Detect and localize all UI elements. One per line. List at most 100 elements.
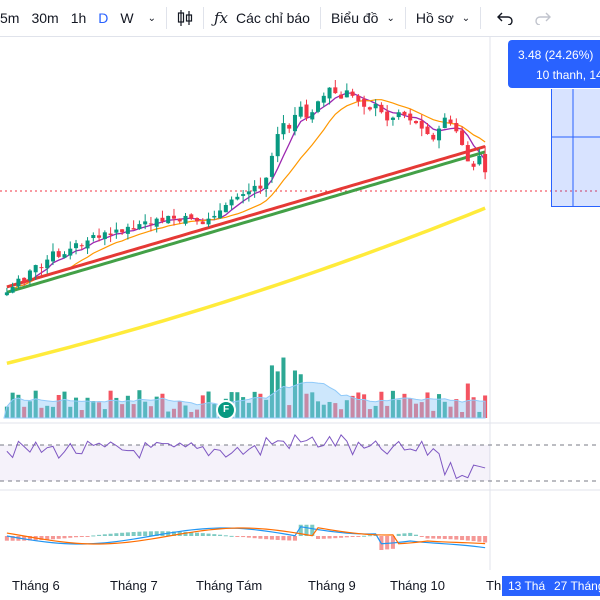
profile-chevron-down-icon[interactable]: ⌄ — [462, 13, 470, 24]
candle-body — [200, 221, 205, 225]
candle-body — [45, 259, 50, 269]
profile-button[interactable]: Hồ sơ — [416, 10, 454, 26]
candle-body — [16, 278, 21, 287]
macd-histogram-bar — [137, 531, 142, 536]
macd-histogram-bar — [143, 531, 148, 536]
timeframe-d[interactable]: D — [98, 10, 108, 26]
macd-histogram-bar — [206, 533, 211, 536]
macd-histogram-bar — [356, 536, 361, 537]
toolbar-divider — [166, 7, 167, 29]
macd-histogram-bar — [108, 533, 113, 536]
redo-icon[interactable] — [535, 11, 552, 25]
macd-histogram-bar — [477, 536, 482, 542]
candle-body — [27, 270, 32, 281]
macd-histogram-bar — [350, 536, 355, 537]
macd-histogram-bar — [68, 536, 73, 538]
toolbar-divider — [480, 7, 482, 29]
macd-histogram-bar — [264, 536, 269, 540]
macd-histogram-bar — [131, 532, 136, 536]
macd-histogram-bar — [431, 536, 436, 539]
candle-body — [298, 106, 303, 117]
candle-body — [102, 232, 107, 240]
candlestick-icon[interactable] — [177, 9, 193, 27]
candle-body — [131, 228, 136, 230]
macd-histogram-bar — [316, 536, 321, 539]
macd-histogram-bar — [195, 532, 200, 536]
timeframe-5m[interactable]: 5m — [0, 10, 19, 26]
macd-histogram-bar — [223, 535, 228, 537]
candle-body — [4, 292, 9, 296]
candle-body — [310, 112, 315, 120]
timeframe-1h[interactable]: 1h — [71, 10, 87, 26]
macd-histogram-bar — [292, 536, 297, 541]
candle-body — [79, 245, 84, 247]
chart-canvas[interactable] — [0, 36, 600, 600]
candle-body — [50, 251, 55, 262]
candle-body — [390, 117, 395, 120]
candle-body — [269, 155, 274, 177]
candle-body — [10, 286, 15, 293]
candle-body — [85, 240, 90, 249]
timeframe-30m[interactable]: 30m — [31, 10, 58, 26]
fx-icon[interactable]: ƒx — [214, 9, 228, 27]
measure-selection-box[interactable] — [551, 89, 600, 207]
candle-body — [460, 130, 465, 145]
macd-histogram-bar — [281, 536, 286, 541]
candle-body — [206, 218, 211, 225]
candle-body — [33, 265, 38, 273]
candle-body — [477, 155, 482, 165]
candle-body — [246, 191, 251, 195]
candle-body — [160, 217, 165, 222]
event-badge[interactable]: F — [216, 400, 236, 420]
candle-body — [316, 101, 321, 112]
macd-histogram-bar — [252, 536, 257, 539]
macd-histogram-bar — [91, 535, 96, 537]
macd-histogram-bar — [327, 536, 332, 539]
macd-histogram-bar — [402, 533, 407, 536]
macd-histogram-bar — [408, 532, 413, 536]
candle-body — [344, 90, 349, 98]
toolbar-divider — [203, 7, 204, 29]
macd-histogram-bar — [258, 536, 263, 539]
x-axis-label: Tháng 7 — [110, 578, 158, 593]
macd-histogram-bar — [62, 536, 67, 539]
macd-histogram-bar — [454, 536, 459, 540]
macd-histogram-bar — [125, 532, 130, 536]
candle-body — [74, 243, 79, 249]
indicators-button[interactable]: Các chỉ báo — [236, 10, 310, 26]
macd-histogram-bar — [200, 533, 205, 536]
chart-type-chevron-down-icon[interactable]: ⌄ — [386, 13, 394, 24]
candle-body — [229, 199, 234, 206]
macd-histogram-bar — [50, 536, 55, 540]
macd-histogram-bar — [235, 536, 240, 537]
candle-body — [448, 119, 453, 124]
measure-bars-text: 10 thanh, 14 — [536, 68, 600, 82]
undo-icon[interactable] — [497, 11, 513, 25]
chart-type-button[interactable]: Biểu đồ — [331, 10, 378, 26]
candle-body — [425, 126, 430, 135]
macd-histogram-bar — [419, 536, 424, 537]
candle-body — [39, 267, 44, 269]
candle-body — [183, 215, 188, 224]
range-start-badge: 13 Thá — [502, 576, 552, 596]
ma-mid-line — [6, 99, 486, 293]
candle-body — [22, 277, 27, 282]
macd-histogram-bar — [437, 536, 442, 539]
candle-body — [177, 218, 182, 222]
macd-histogram-bar — [483, 536, 488, 543]
candle-body — [195, 217, 200, 222]
candle-body — [114, 229, 119, 233]
candle-body — [304, 104, 309, 118]
candle-body — [385, 111, 390, 121]
measure-tooltip: 3.48 (24.26%) 10 thanh, 14 — [508, 40, 600, 88]
candle-body — [264, 177, 269, 189]
timeframe-chevron-down-icon[interactable]: ⌄ — [148, 13, 156, 24]
macd-histogram-bar — [425, 536, 430, 539]
candle-body — [56, 251, 61, 257]
timeframe-w[interactable]: W — [120, 10, 133, 26]
macd-histogram-bar — [460, 536, 465, 541]
candle-body — [154, 218, 159, 227]
macd-histogram-bar — [114, 533, 119, 536]
candle-body — [471, 163, 476, 167]
macd-histogram-bar — [448, 536, 453, 540]
